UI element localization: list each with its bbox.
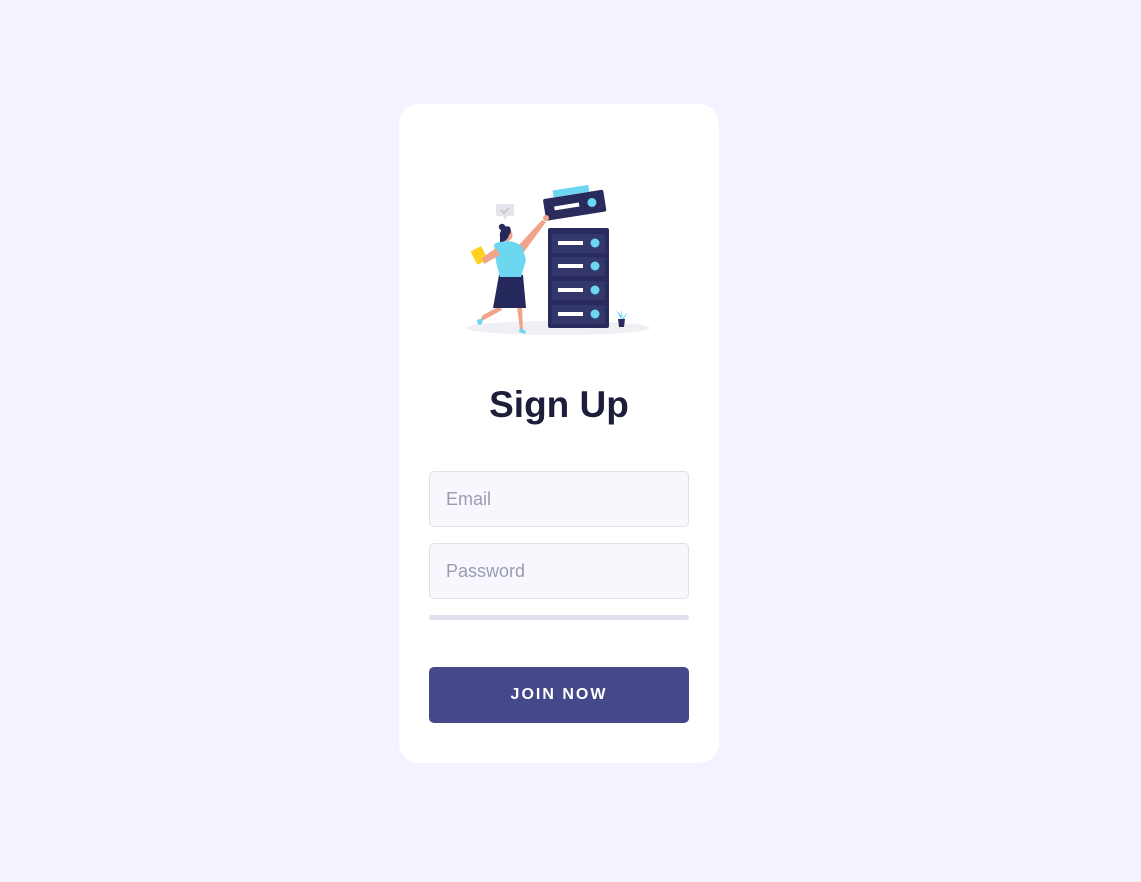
server-unit-4	[552, 305, 605, 324]
server-unit-1	[552, 234, 605, 253]
server-rack	[548, 228, 609, 328]
floating-server-unit	[543, 184, 607, 221]
server-unit-3	[552, 281, 605, 300]
email-field[interactable]	[429, 471, 689, 527]
password-strength-bar	[429, 615, 689, 620]
server-woman-illustration	[466, 184, 650, 335]
woman-figure	[470, 215, 549, 334]
signup-card: Sign Up JOIN NOW	[399, 104, 719, 763]
join-now-button[interactable]: JOIN NOW	[429, 667, 689, 723]
page-title: Sign Up	[489, 384, 629, 425]
chat-bubble-icon	[496, 204, 514, 220]
server-unit-2	[552, 257, 605, 276]
password-field[interactable]	[429, 543, 689, 599]
